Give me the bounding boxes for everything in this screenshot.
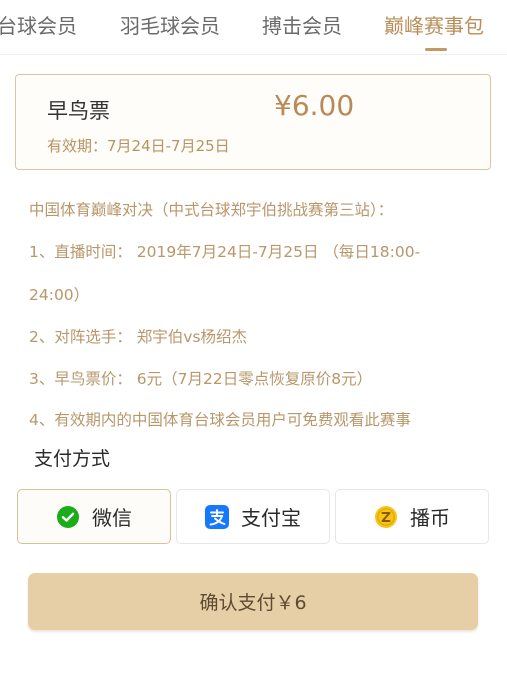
description-price: 3、早鸟票价： 6元（7月22日零点恢复原价8元） [29,370,373,388]
bobi-coin-icon [374,505,398,529]
ticket-name: 早鸟票 [47,99,110,123]
ticket-card[interactable]: 早鸟票 ¥6.00 有效期：7月24日-7月25日 [15,74,491,170]
pay-option-alipay[interactable]: 支付宝 [176,489,330,544]
tab-peak-events-package[interactable]: 巅峰赛事包 [384,10,484,39]
description-broadcast-time: 1、直播时间： 2019年7月24日-7月25日 （每日18:00- [29,243,421,261]
tab-bar: 台球会员 羽毛球会员 搏击会员 巅峰赛事包 [0,0,507,55]
ticket-validity: 有效期：7月24日-7月25日 [47,137,230,155]
tab-badminton-membership[interactable]: 羽毛球会员 [120,10,220,39]
tab-billiards-membership[interactable]: 台球会员 [0,10,77,39]
pay-option-label: 微信 [92,506,132,530]
alipay-icon [205,504,229,529]
payment-method-title: 支付方式 [34,448,111,470]
confirm-payment-button[interactable]: 确认支付￥6 [28,573,478,630]
active-tab-indicator [425,48,447,51]
description-member-note: 4、有效期内的中国体育台球会员用户可免费观看此赛事 [29,411,411,429]
wechat-pay-icon [56,505,80,529]
description-players: 2、对阵选手： 郑宇伯vs杨绍杰 [29,328,248,346]
pay-option-label: 播币 [410,506,450,530]
pay-option-label: 支付宝 [241,506,301,530]
description-intro: 中国体育巅峰对决（中式台球郑宇伯挑战赛第三站）： [29,201,394,219]
ticket-price: ¥6.00 [274,89,355,122]
tab-fighting-membership[interactable]: 搏击会员 [262,10,342,39]
pay-option-wechat[interactable]: 微信 [17,489,171,544]
description-broadcast-time-cont: 24:00） [29,286,90,304]
pay-option-bobi[interactable]: 播币 [335,489,489,544]
